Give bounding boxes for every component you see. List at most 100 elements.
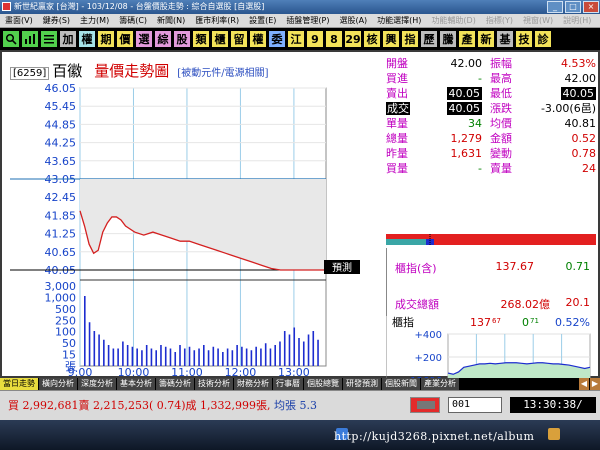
toolbar-button[interactable]: 價: [116, 30, 134, 48]
menu-item[interactable]: 功能輔助(D): [426, 15, 480, 26]
toolbar-button[interactable]: 基: [496, 30, 514, 48]
quote-value: 40.81: [564, 117, 597, 130]
volume-bar: [226, 348, 229, 366]
toolbar-button[interactable]: 類: [192, 30, 210, 48]
toolbar-button[interactable]: 權: [249, 30, 267, 48]
menu-item[interactable]: 鍵券(S): [38, 15, 75, 26]
time-tick-label: 11:00: [171, 366, 203, 376]
toolbar-button[interactable]: 股: [173, 30, 191, 48]
toolbar-button[interactable]: 委: [268, 30, 286, 48]
menu-item[interactable]: 指標(Y): [481, 15, 518, 26]
volume-bar: [98, 334, 100, 366]
toolbar-button[interactable]: 歷: [420, 30, 438, 48]
otc-chart-value-sup: 67: [492, 317, 501, 325]
ticker-deal: 成 1,332,999張,: [185, 399, 271, 412]
stock-name: 百徽: [52, 62, 83, 80]
price-tick-label: 43.65: [45, 155, 77, 168]
toolbar-button[interactable]: 技: [515, 30, 533, 48]
tab-0[interactable]: 當日走勢: [0, 378, 38, 390]
quote-value: 24: [582, 162, 596, 175]
volume-bar: [207, 350, 210, 366]
volume-bar: [250, 350, 253, 366]
tab-9[interactable]: 研發預測: [343, 378, 381, 390]
quote-value: -3.00(6邑): [540, 102, 596, 115]
quote-value: 40.05: [446, 87, 482, 100]
toolbar-button[interactable]: 權: [78, 30, 96, 48]
tray-network-icon[interactable]: [548, 428, 560, 440]
quote-label: 變動: [490, 147, 512, 160]
toolbar-button[interactable]: 綜: [154, 30, 172, 48]
stock-code-input[interactable]: 001: [448, 397, 502, 413]
quote-row: 賣出 40.05 最低 40.05: [386, 86, 596, 101]
menu-item[interactable]: 主力(M): [75, 15, 114, 26]
toolbar-button[interactable]: 留: [230, 30, 248, 48]
tab-10[interactable]: 個股新聞: [382, 378, 420, 390]
menu-item[interactable]: 選股(A): [334, 15, 372, 26]
window-title: 新世紀贏家 [台灣] - 103/12/08 - 台盤價股走勢 : 綜合自選股 …: [14, 2, 265, 11]
toolbar-button[interactable]: 新: [477, 30, 495, 48]
volume-bar: [231, 350, 234, 366]
quote-value: 42.00: [564, 72, 597, 85]
tab-7[interactable]: 行事曆: [273, 378, 303, 390]
volume-bar: [203, 345, 205, 366]
toolbar-button[interactable]: 核: [363, 30, 381, 48]
close-button[interactable]: ×: [583, 1, 599, 13]
menu-item[interactable]: 設置(E): [244, 15, 281, 26]
minimize-button[interactable]: _: [547, 1, 563, 13]
order-flow-bar: [386, 234, 596, 246]
price-tick-label: 41.85: [45, 209, 77, 222]
forecast-badge: 預測: [324, 260, 360, 274]
sector-link[interactable]: [被動元件/電源相關]: [177, 64, 268, 79]
quote-label: 賣出: [386, 87, 408, 100]
time-tick-label: 10:00: [118, 366, 150, 376]
menu-item[interactable]: 視窗(W): [518, 15, 558, 26]
toolbar-button[interactable]: 產: [458, 30, 476, 48]
toolbar-button[interactable]: 騰: [439, 30, 457, 48]
toolbar-button[interactable]: 期: [97, 30, 115, 48]
tab-5[interactable]: 技術分析: [195, 378, 233, 390]
menu-item[interactable]: 插盤管理(P): [281, 15, 334, 26]
tab-8[interactable]: 個股總覽: [304, 378, 342, 390]
quote-value: 1,279: [450, 132, 483, 145]
tab-3[interactable]: 基本分析: [117, 378, 155, 390]
toolbar-button[interactable]: 櫃: [211, 30, 229, 48]
volume-bar: [88, 322, 91, 366]
ticker-sell: 2,215,253: [92, 399, 149, 412]
volume-bar: [131, 346, 134, 366]
list-button[interactable]: [40, 30, 58, 48]
tab-scroll-left[interactable]: ◀: [579, 378, 589, 390]
toolbar-button[interactable]: 9: [306, 30, 324, 48]
chart-button[interactable]: [21, 30, 39, 48]
quote-row: 單量 34 均價 40.81: [386, 116, 596, 131]
menu-item[interactable]: 說明(H): [558, 15, 596, 26]
toolbar-button[interactable]: 加: [59, 30, 77, 48]
menu-item[interactable]: 籌碼(C): [114, 15, 152, 26]
search-button[interactable]: [2, 30, 20, 48]
maximize-button[interactable]: □: [565, 1, 581, 13]
tab-4[interactable]: 籌碼分析: [156, 378, 194, 390]
volume-bar: [93, 331, 96, 366]
tab-2[interactable]: 深度分析: [78, 378, 116, 390]
volume-bar: [245, 348, 248, 366]
volume-bar: [179, 345, 181, 366]
toolbar-button[interactable]: 29: [344, 30, 362, 48]
toolbar-button[interactable]: 診: [534, 30, 552, 48]
tab-6[interactable]: 財務分析: [234, 378, 272, 390]
otc-tick-label: +400: [415, 330, 442, 341]
menu-item[interactable]: 匯市利率(R): [190, 15, 244, 26]
menu-item[interactable]: 畫面(V): [0, 15, 38, 26]
toolbar-button[interactable]: 江: [287, 30, 305, 48]
tab-scroll-right[interactable]: ▶: [590, 378, 600, 390]
quote-label: 漲跌: [490, 102, 512, 115]
alert-indicator[interactable]: [410, 397, 440, 413]
toolbar-button[interactable]: 興: [382, 30, 400, 48]
quote-label: 賣量: [490, 162, 512, 175]
menu-item[interactable]: 功能選擇(H): [372, 15, 426, 26]
tab-1[interactable]: 橫向分析: [39, 378, 77, 390]
menu-item[interactable]: 新聞(N): [152, 15, 190, 26]
toolbar-button[interactable]: 選: [135, 30, 153, 48]
tab-11[interactable]: 產業分析: [421, 378, 459, 390]
toolbar-button[interactable]: 指: [401, 30, 419, 48]
volume-bar: [212, 346, 215, 366]
toolbar-button[interactable]: 8: [325, 30, 343, 48]
